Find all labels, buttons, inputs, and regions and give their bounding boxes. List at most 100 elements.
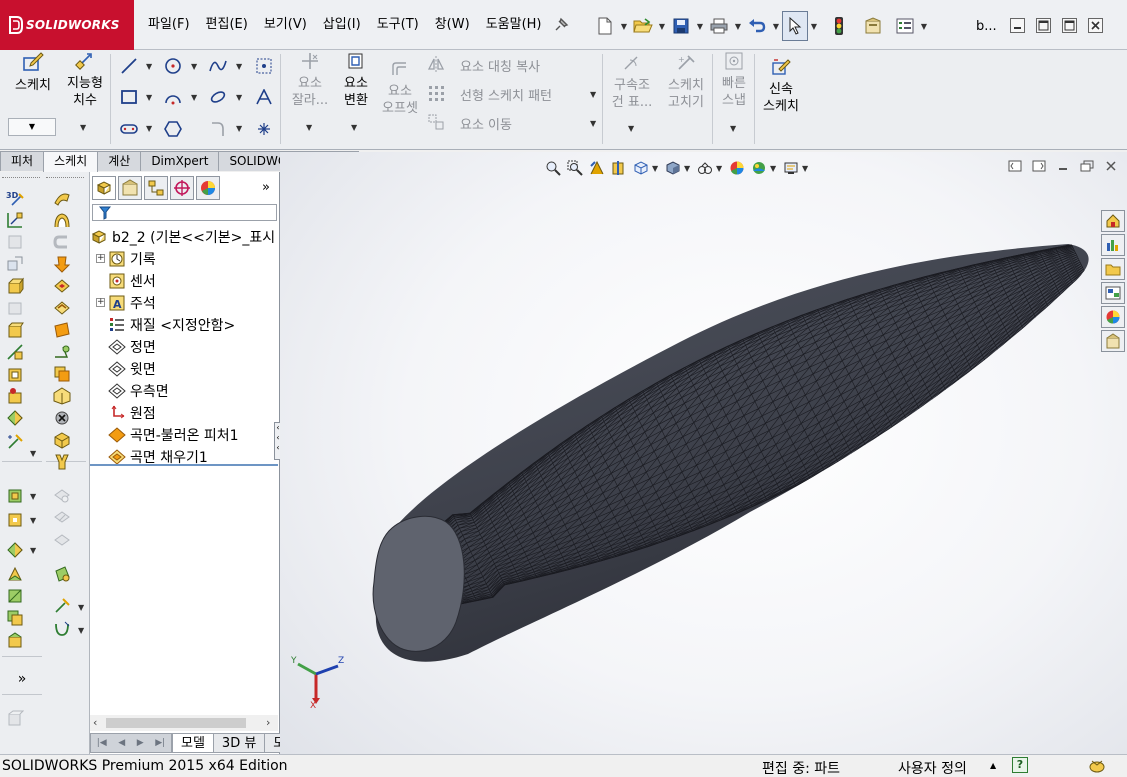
boss-feature-icon[interactable]: [5, 320, 25, 340]
tree-item-origin[interactable]: 원점: [108, 402, 156, 424]
sketch-dropdown-button[interactable]: ▼: [8, 118, 56, 136]
feature-g-icon[interactable]: [5, 630, 25, 650]
feature-b-dropdown-arrow[interactable]: ▼: [30, 516, 36, 525]
disabled-tool-icon[interactable]: [52, 232, 72, 252]
menu-view[interactable]: 보기(V): [256, 0, 315, 50]
3d-sketch-icon[interactable]: 3D: [5, 188, 25, 208]
spline-dropdown-arrow[interactable]: ▼: [236, 62, 242, 71]
tab-3d-views[interactable]: 3D 뷰: [212, 733, 266, 753]
maximize-window-button[interactable]: [1062, 18, 1077, 33]
tree-item-part-root[interactable]: b2_2 (기본<<기본>_표시: [90, 226, 275, 248]
swept-boss-icon[interactable]: [52, 188, 72, 208]
menu-tools[interactable]: 도구(T): [369, 0, 427, 50]
horizontal-scrollbar[interactable]: ‹ ›: [90, 715, 278, 731]
move-dropdown-arrow[interactable]: ▼: [590, 119, 596, 128]
disabled-tool-icon[interactable]: [5, 232, 25, 252]
spline-icon[interactable]: [208, 56, 228, 76]
smart-dimension-button[interactable]: 지능형 치수: [60, 52, 110, 120]
tree-item-annotations[interactable]: A 주석: [108, 292, 156, 314]
feature-a-icon[interactable]: [5, 486, 25, 506]
select-icon[interactable]: [782, 11, 808, 41]
tree-item-right-plane[interactable]: 우측면: [108, 380, 169, 402]
combine-feature-icon[interactable]: [52, 364, 72, 384]
feature-b-icon[interactable]: [5, 510, 25, 530]
help-icon[interactable]: ?: [1012, 757, 1028, 773]
tab-dimxpert[interactable]: DimXpert: [140, 151, 220, 171]
expand-toggle[interactable]: +: [96, 254, 105, 263]
reference-geometry-icon[interactable]: [52, 430, 72, 450]
print-icon[interactable]: [706, 11, 732, 41]
pin-icon[interactable]: [552, 16, 570, 34]
menu-insert[interactable]: 삽입(I): [315, 0, 369, 50]
feature-manager-more-button[interactable]: »: [262, 180, 270, 195]
feature-e-icon[interactable]: [5, 586, 25, 606]
sketch-on-face-icon[interactable]: [52, 342, 72, 362]
convert-entities-button[interactable]: 요소 변환: [336, 52, 376, 122]
new-dropdown-arrow[interactable]: ▼: [618, 11, 630, 41]
tree-item-front-plane[interactable]: 정면: [108, 336, 156, 358]
circle-dropdown-arrow[interactable]: ▼: [191, 62, 197, 71]
feature-d-icon[interactable]: [5, 564, 25, 584]
arc-icon[interactable]: [163, 87, 183, 107]
print-dropdown-arrow[interactable]: ▼: [732, 11, 744, 41]
tab-scroll-arrows[interactable]: |◀ ◀ ▶ ▶|: [90, 733, 172, 753]
menu-file[interactable]: 파일(F): [140, 0, 198, 50]
disabled-tool-icon[interactable]: [52, 486, 72, 506]
trim-entities-button[interactable]: 요소 잘라...: [287, 52, 333, 122]
linear-pattern-icon[interactable]: [426, 83, 446, 103]
ellipse-icon[interactable]: [208, 87, 228, 107]
rectangle-dropdown-arrow[interactable]: ▼: [146, 93, 152, 102]
rebuild-icon[interactable]: [826, 11, 852, 41]
sketch-tools-dropdown-arrow[interactable]: ▼: [30, 449, 36, 458]
graphics-viewport[interactable]: ▼ ▼ ▼ ▼ ▼ X Y Z: [280, 152, 1127, 754]
circle-icon[interactable]: [163, 56, 183, 76]
line-dropdown-arrow[interactable]: ▼: [146, 62, 152, 71]
rib-feature-icon[interactable]: [52, 298, 72, 318]
configuration-manager-tab-icon[interactable]: [144, 176, 168, 200]
tab-model[interactable]: 모델: [172, 733, 214, 753]
repair-sketch-button[interactable]: + 스케치 고치기: [662, 54, 710, 116]
previous-tab-icon[interactable]: ◀: [118, 738, 125, 748]
menu-window[interactable]: 창(W): [427, 0, 478, 50]
scroll-left-arrow[interactable]: ‹: [93, 716, 97, 729]
shell-feature-icon[interactable]: [52, 276, 72, 296]
linear-pattern-label[interactable]: 선형 스케치 패턴: [460, 85, 552, 104]
next-tab-icon[interactable]: ▶: [137, 738, 144, 748]
solidworks-logo[interactable]: SOLIDWORKS: [0, 0, 134, 50]
feature-f-icon[interactable]: [5, 608, 25, 628]
linear-pattern-dropdown-arrow[interactable]: ▼: [590, 90, 596, 99]
slot-dropdown-arrow[interactable]: ▼: [146, 124, 152, 133]
expand-toggle[interactable]: +: [96, 298, 105, 307]
undo-dropdown-arrow[interactable]: ▼: [770, 11, 782, 41]
offset-entities-button[interactable]: 요소 오프셋: [378, 60, 422, 122]
file-properties-icon[interactable]: [860, 11, 886, 41]
point-grid-icon[interactable]: [254, 56, 274, 76]
disabled-tool-icon[interactable]: [52, 530, 72, 550]
move-entities-label[interactable]: 요소 이동: [460, 114, 512, 133]
cut-feature-icon[interactable]: [5, 364, 25, 384]
disabled-tool-icon[interactable]: [5, 708, 25, 728]
save-dropdown-arrow[interactable]: ▼: [694, 11, 706, 41]
slot-icon[interactable]: [119, 119, 139, 139]
convert-dropdown-arrow[interactable]: ▼: [351, 123, 357, 132]
sketch-spline-dropdown-arrow[interactable]: ▼: [78, 603, 84, 612]
split-feature-icon[interactable]: [52, 386, 72, 406]
tab-features[interactable]: 피처: [0, 151, 45, 171]
feature-c-dropdown-arrow[interactable]: ▼: [30, 546, 36, 555]
mirror-entities-icon[interactable]: [426, 54, 446, 74]
tab-sketch[interactable]: 스케치: [43, 151, 99, 172]
unit-system-label[interactable]: 사용자 정의: [898, 758, 967, 777]
surface-fill-icon[interactable]: [52, 564, 72, 584]
sketch-tools-icon[interactable]: [5, 432, 25, 452]
sketch-dimension-icon[interactable]: [5, 210, 25, 230]
curve-tool-icon[interactable]: [52, 619, 72, 639]
toolbar-grip[interactable]: [2, 177, 40, 179]
move-sketch-icon[interactable]: [5, 254, 25, 274]
disabled-tool-icon[interactable]: [52, 508, 72, 528]
options-dropdown-arrow[interactable]: ▼: [918, 11, 930, 41]
extruded-boss-icon[interactable]: [5, 276, 25, 296]
feature-tree-filter[interactable]: [92, 204, 277, 221]
curve-tool-dropdown-arrow[interactable]: ▼: [78, 626, 84, 635]
mirror-entities-label[interactable]: 요소 대칭 복사: [460, 56, 540, 75]
fillet-dropdown-arrow[interactable]: ▼: [236, 124, 242, 133]
